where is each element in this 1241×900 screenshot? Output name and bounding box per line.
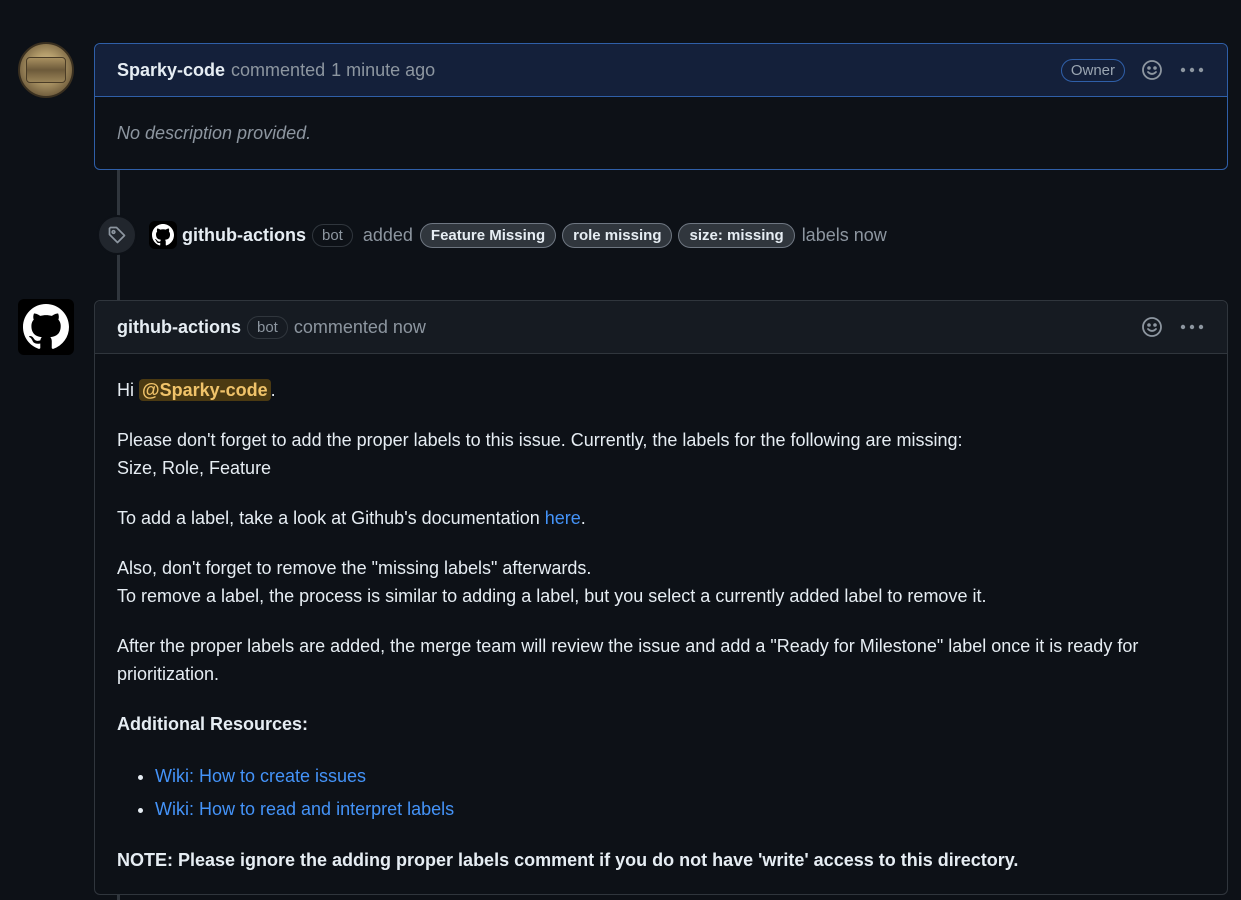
wiki-interpret-labels-link[interactable]: Wiki: How to read and interpret labels: [155, 799, 454, 819]
bot-author-link[interactable]: github-actions: [117, 317, 241, 338]
owner-comment-body: No description provided.: [117, 123, 312, 143]
label-size-missing[interactable]: size: missing: [678, 222, 795, 248]
bot-badge: bot: [247, 315, 288, 339]
event-suffix[interactable]: labels now: [802, 225, 887, 246]
missing-labels-line2: Size, Role, Feature: [117, 458, 272, 478]
owner-avatar-image: [26, 57, 66, 83]
owner-badge: Owner: [1060, 58, 1125, 82]
smiley-icon[interactable]: [1141, 316, 1163, 338]
resources-heading: Additional Resources:: [117, 714, 309, 734]
greeting-end: .: [270, 380, 276, 400]
kebab-horizontal-icon[interactable]: [1179, 59, 1205, 81]
bot-comment-time[interactable]: commented now: [294, 317, 426, 338]
smiley-icon[interactable]: [1141, 59, 1163, 81]
github-mark-icon: [23, 304, 69, 349]
bot-avatar[interactable]: [18, 299, 74, 355]
owner-author-link[interactable]: Sparky-code: [117, 60, 225, 81]
bot-comment-header: github-actions bot commented now: [95, 301, 1227, 354]
label-feature-missing[interactable]: Feature Missing: [419, 222, 557, 248]
label-event: github-actions bot added Feature Missing…: [97, 214, 891, 256]
tag-icon: [97, 215, 137, 255]
owner-comment-header: Sparky-code commented 1 minute ago Owner: [95, 44, 1227, 97]
remove-labels-line1: Also, don't forget to remove the "missin…: [117, 558, 592, 578]
owner-comment-actions: [1141, 59, 1205, 81]
docs-paragraph: To add a label, take a look at Github's …: [117, 504, 1205, 532]
wiki-create-issues-link[interactable]: Wiki: How to create issues: [155, 766, 366, 786]
owner-comment: Sparky-code commented 1 minute ago Owner…: [94, 43, 1228, 170]
remove-labels-line2: To remove a label, the process is simila…: [117, 586, 987, 606]
event-verb: added: [362, 224, 413, 245]
list-item: Wiki: How to create issues: [155, 760, 1205, 793]
bot-comment: github-actions bot commented now Hi @Spa…: [94, 300, 1228, 895]
bot-comment-actions: [1141, 316, 1205, 338]
owner-comment-action: commented: [231, 59, 326, 80]
label-role-missing[interactable]: role missing: [562, 222, 673, 248]
note-paragraph: NOTE: Please ignore the adding proper la…: [117, 850, 1019, 870]
missing-labels-paragraph: Please don't forget to add the proper la…: [117, 426, 1205, 482]
docs-link[interactable]: here: [545, 508, 581, 528]
event-bot-badge: bot: [312, 223, 353, 247]
greeting-paragraph: Hi @Sparky-code.: [117, 376, 1205, 404]
owner-avatar[interactable]: [18, 42, 74, 98]
user-mention[interactable]: @Sparky-code: [139, 379, 271, 401]
kebab-horizontal-icon[interactable]: [1179, 316, 1205, 338]
bot-comment-body: Hi @Sparky-code. Please don't forget to …: [95, 354, 1227, 900]
resources-list: Wiki: How to create issues Wiki: How to …: [117, 760, 1205, 826]
docs-text: To add a label, take a look at Github's …: [117, 508, 545, 528]
merge-team-paragraph: After the proper labels are added, the m…: [117, 636, 1139, 684]
missing-labels-line1: Please don't forget to add the proper la…: [117, 430, 963, 450]
list-item: Wiki: How to read and interpret labels: [155, 793, 1205, 826]
docs-end: .: [580, 508, 586, 528]
greeting-text: Hi: [117, 380, 134, 400]
owner-comment-time[interactable]: 1 minute ago: [331, 60, 435, 81]
github-mark-icon[interactable]: [149, 221, 177, 249]
event-actor-link[interactable]: github-actions: [182, 225, 306, 246]
remove-labels-paragraph: Also, don't forget to remove the "missin…: [117, 554, 1205, 610]
